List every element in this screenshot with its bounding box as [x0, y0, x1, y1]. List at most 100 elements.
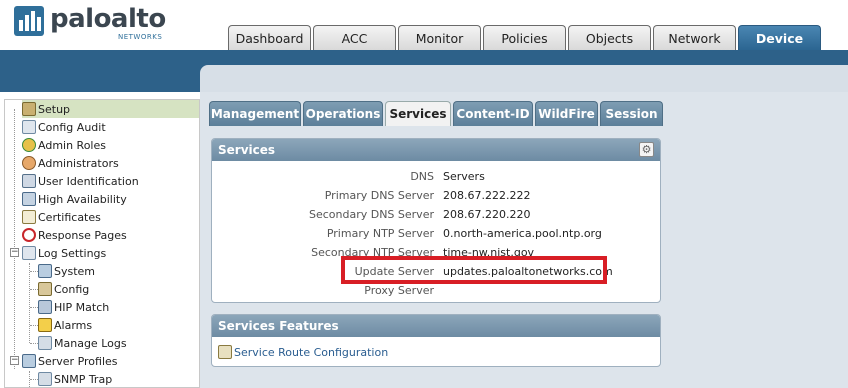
- services-panel-title: Services ⚙: [212, 139, 660, 161]
- tab-acc[interactable]: ACC: [313, 25, 396, 50]
- setup-tab-bar: Management Operations Services Content-I…: [209, 101, 665, 126]
- sidebar-item-label: Alarms: [54, 318, 93, 332]
- content-header: [200, 65, 848, 92]
- sidebar-item-label: High Availability: [38, 192, 127, 206]
- collapse-log-settings-toggle[interactable]: −: [10, 248, 19, 257]
- tab-policies[interactable]: Policies: [483, 25, 566, 50]
- sidebar-item-response-pages[interactable]: Response Pages: [22, 226, 127, 244]
- service-row-primary-ntp: Primary NTP Server 0.north-america.pool.…: [212, 224, 660, 243]
- sidebar-item-system[interactable]: System: [38, 262, 95, 280]
- tab-content-id[interactable]: Content-ID: [453, 101, 533, 126]
- tree-line: [30, 307, 38, 308]
- tab-management[interactable]: Management: [209, 101, 301, 126]
- sidebar-item-label: Config: [54, 282, 90, 296]
- sidebar-item-alarms[interactable]: Alarms: [38, 316, 92, 334]
- hip-icon: [38, 300, 52, 314]
- log-icon: [22, 246, 36, 260]
- palo-alto-logo: paloalto NETWORKS: [14, 4, 166, 42]
- tree-line: [14, 109, 15, 369]
- sidebar-item-label: System: [54, 264, 96, 278]
- tab-dashboard[interactable]: Dashboard: [228, 25, 311, 50]
- update-server-highlight-box: [341, 256, 607, 284]
- tab-objects[interactable]: Objects: [568, 25, 651, 50]
- services-features-panel: Services Features Service Route Configur…: [211, 314, 661, 367]
- sidebar-item-label: User Identification: [38, 174, 139, 188]
- sidebar-item-label: Setup: [38, 102, 71, 116]
- certificate-icon: [22, 210, 36, 224]
- roles-icon: [22, 138, 36, 152]
- no-entry-icon: [22, 228, 36, 242]
- device-sidebar-tree: Setup Config Audit Admin Roles Administr…: [4, 99, 200, 388]
- tab-operations[interactable]: Operations: [303, 101, 383, 126]
- sidebar-item-config-audit[interactable]: Config Audit: [22, 118, 106, 136]
- tab-device[interactable]: Device: [738, 25, 821, 50]
- field-label: Primary NTP Server: [326, 227, 434, 240]
- snmp-icon: [38, 372, 52, 386]
- sidebar-item-label: Manage Logs: [54, 336, 127, 350]
- sidebar-item-label: SNMP Trap: [54, 372, 113, 386]
- logo-mark-icon: [14, 6, 44, 36]
- app-header: paloalto NETWORKS Dashboard ACC Monitor …: [0, 0, 848, 50]
- sidebar-item-manage-logs[interactable]: Manage Logs: [38, 334, 127, 352]
- gear-icon: [22, 102, 36, 116]
- features-panel-title: Services Features: [212, 315, 660, 337]
- manage-logs-icon: [38, 336, 52, 350]
- sidebar-item-log-settings[interactable]: Log Settings: [22, 244, 106, 262]
- sidebar-item-label: Administrators: [38, 156, 119, 170]
- field-label: Proxy Server: [364, 284, 434, 297]
- tree-line: [30, 343, 38, 344]
- sidebar-item-label: Admin Roles: [38, 138, 106, 152]
- brand-tagline: NETWORKS: [118, 33, 163, 41]
- sidebar-item-hip-match[interactable]: HIP Match: [38, 298, 109, 316]
- field-value: Servers: [443, 170, 485, 183]
- tab-monitor[interactable]: Monitor: [398, 25, 481, 50]
- field-label: Secondary DNS Server: [308, 208, 434, 221]
- sidebar-item-config[interactable]: Config: [38, 280, 89, 298]
- service-row-dns: DNS Servers: [212, 167, 660, 186]
- main-tab-bar: Dashboard ACC Monitor Policies Objects N…: [228, 25, 823, 50]
- route-icon: [218, 345, 232, 359]
- field-value: 208.67.220.220: [443, 208, 531, 221]
- sidebar-item-label: Server Profiles: [38, 354, 118, 368]
- alarm-icon: [38, 318, 52, 332]
- service-route-configuration-link[interactable]: Service Route Configuration: [218, 345, 388, 359]
- service-row-primary-dns: Primary DNS Server 208.67.222.222: [212, 186, 660, 205]
- tree-line: [29, 263, 30, 343]
- sidebar-item-snmp-trap[interactable]: SNMP Trap: [38, 370, 113, 387]
- sidebar-item-certificates[interactable]: Certificates: [22, 208, 101, 226]
- system-log-icon: [38, 264, 52, 278]
- sidebar-item-server-profiles[interactable]: Server Profiles: [22, 352, 118, 370]
- gear-icon[interactable]: ⚙: [639, 142, 654, 157]
- sidebar-item-label: Log Settings: [38, 246, 107, 260]
- document-icon: [22, 120, 36, 134]
- collapse-server-profiles-toggle[interactable]: −: [10, 356, 19, 365]
- field-label: DNS: [410, 170, 434, 183]
- sidebar-item-label: Certificates: [38, 210, 101, 224]
- tab-network[interactable]: Network: [653, 25, 736, 50]
- ha-icon: [22, 192, 36, 206]
- sidebar-item-high-availability[interactable]: High Availability: [22, 190, 127, 208]
- link-text: Service Route Configuration: [234, 345, 389, 359]
- users-icon: [22, 156, 36, 170]
- sidebar-item-admin-roles[interactable]: Admin Roles: [22, 136, 106, 154]
- sidebar-item-label: HIP Match: [54, 300, 110, 314]
- tab-services[interactable]: Services: [385, 101, 451, 126]
- service-row-secondary-dns: Secondary DNS Server 208.67.220.220: [212, 205, 660, 224]
- tree-line: [30, 379, 38, 380]
- tree-line: [30, 325, 38, 326]
- sidebar-item-label: Response Pages: [38, 228, 127, 242]
- sidebar-item-user-identification[interactable]: User Identification: [22, 172, 139, 190]
- brand-name: paloalto: [50, 4, 166, 34]
- tab-wildfire[interactable]: WildFire: [535, 101, 598, 126]
- tree-line: [30, 271, 38, 272]
- tree-line: [30, 289, 38, 290]
- server-icon: [22, 354, 36, 368]
- sidebar-item-administrators[interactable]: Administrators: [22, 154, 119, 172]
- field-value: 0.north-america.pool.ntp.org: [443, 227, 602, 240]
- panel-title-text: Services Features: [218, 319, 339, 333]
- field-value: 208.67.222.222: [443, 189, 531, 202]
- panel-title-text: Services: [218, 143, 276, 157]
- field-label: Primary DNS Server: [324, 189, 434, 202]
- sidebar-item-setup[interactable]: Setup: [22, 100, 199, 118]
- tab-session[interactable]: Session: [600, 101, 663, 126]
